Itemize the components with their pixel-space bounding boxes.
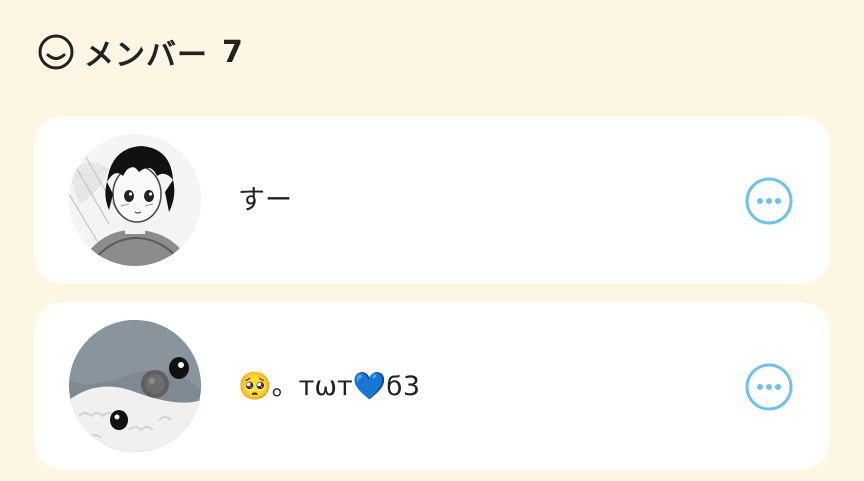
more-options-icon [745, 363, 793, 411]
members-count: 7 [222, 34, 243, 70]
member-row[interactable]: すー [34, 116, 830, 284]
more-options-button[interactable] [744, 176, 794, 226]
more-options-button[interactable] [744, 362, 794, 412]
more-options-icon [745, 177, 793, 225]
member-row[interactable]: 🥺。ᴛѡᴛ💙ϭ3 [34, 302, 830, 470]
member-name: すー [238, 185, 292, 216]
smile-face-icon [38, 34, 74, 70]
manga-boy-avatar[interactable] [69, 134, 201, 266]
penguin-plush-avatar[interactable] [69, 320, 201, 452]
member-name: 🥺。ᴛѡᴛ💙ϭ3 [238, 371, 420, 402]
members-title: メンバー [84, 38, 208, 73]
members-header: メンバー 7 [36, 28, 243, 76]
